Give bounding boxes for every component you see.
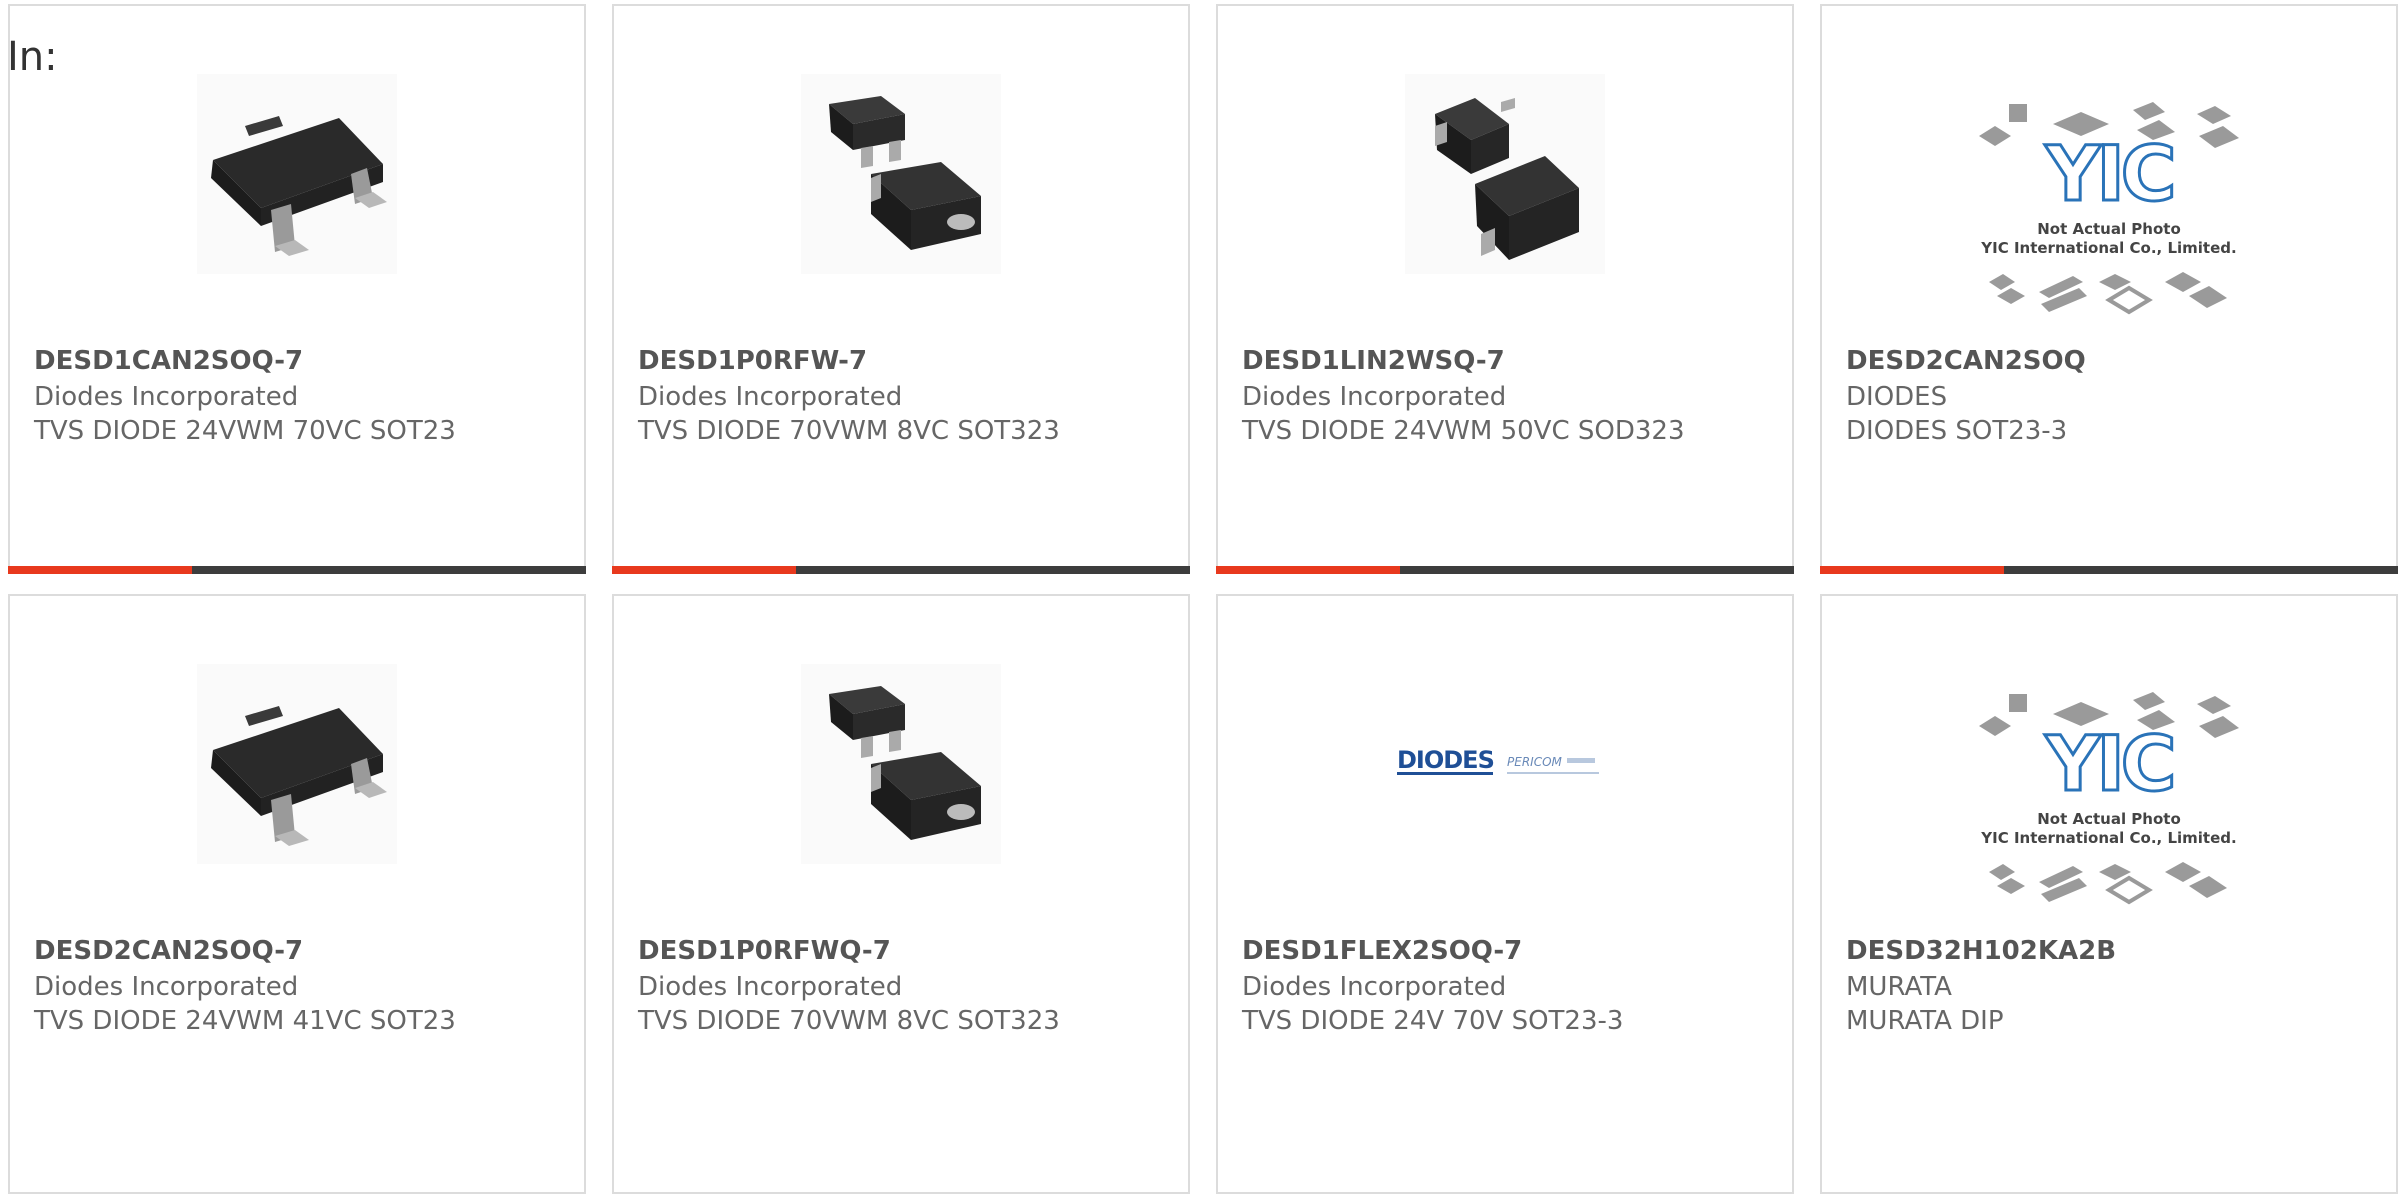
- part-number[interactable]: DESD1P0RFWQ-7: [638, 936, 891, 966]
- part-description: TVS DIODE 24VWM 70VC SOT23: [34, 416, 456, 446]
- part-description: TVS DIODE 70VWM 8VC SOT323: [638, 1006, 1060, 1036]
- card-accent-bar: [1216, 566, 1400, 574]
- part-number[interactable]: DESD1FLEX2SOQ-7: [1242, 936, 1522, 966]
- svg-text:DIODES: DIODES: [1397, 746, 1494, 774]
- part-description: MURATA DIP: [1846, 1006, 2004, 1036]
- manufacturer-name: Diodes Incorporated: [1242, 382, 1507, 412]
- svg-text:YIC International Co., Limited: YIC International Co., Limited.: [1980, 829, 2236, 847]
- card-bottom-bar: [1820, 566, 2398, 574]
- placeholder-photo-icon[interactable]: YIC Not Actual Photo YIC International C…: [1969, 686, 2249, 926]
- svg-text:YIC: YIC: [2044, 719, 2172, 808]
- part-description: TVS DIODE 70VWM 8VC SOT323: [638, 416, 1060, 446]
- manufacturer-name: MURATA: [1846, 972, 1952, 1002]
- part-number[interactable]: DESD2CAN2SOQ-7: [34, 936, 303, 966]
- product-card[interactable]: DESD2CAN2SOQ-7 Diodes Incorporated TVS D…: [8, 594, 586, 1194]
- sot23-package-icon[interactable]: [197, 74, 397, 274]
- product-card[interactable]: DESD1P0RFWQ-7 Diodes Incorporated TVS DI…: [612, 594, 1190, 1194]
- manufacturer-name: Diodes Incorporated: [638, 382, 903, 412]
- part-description: TVS DIODE 24VWM 41VC SOT23: [34, 1006, 456, 1036]
- part-description: TVS DIODE 24VWM 50VC SOD323: [1242, 416, 1685, 446]
- product-card[interactable]: YIC Not Actual Photo YIC International C…: [1820, 4, 2398, 574]
- card-bottom-bar: [1216, 566, 1794, 574]
- manufacturer-name: DIODES: [1846, 382, 1948, 412]
- product-card[interactable]: DESD1LIN2WSQ-7 Diodes Incorporated TVS D…: [1216, 4, 1794, 574]
- part-description: TVS DIODE 24V 70V SOT23-3: [1242, 1006, 1624, 1036]
- sot23-package-icon[interactable]: [197, 664, 397, 864]
- svg-text:YIC: YIC: [2044, 129, 2172, 218]
- card-accent-bar: [8, 566, 192, 574]
- card-accent-bar: [612, 566, 796, 574]
- part-description: DIODES SOT23-3: [1846, 416, 2068, 446]
- product-card[interactable]: DESD1P0RFW-7 Diodes Incorporated TVS DIO…: [612, 4, 1190, 574]
- sot323-package-icon[interactable]: [801, 74, 1001, 274]
- card-bottom-bar: [612, 566, 1190, 574]
- part-number[interactable]: DESD2CAN2SOQ: [1846, 346, 2086, 376]
- svg-text:Not Actual Photo: Not Actual Photo: [2037, 810, 2181, 828]
- part-number[interactable]: DESD1LIN2WSQ-7: [1242, 346, 1505, 376]
- manufacturer-name: Diodes Incorporated: [638, 972, 903, 1002]
- product-card[interactable]: DESD1CAN2SOQ-7 Diodes Incorporated TVS D…: [8, 4, 586, 574]
- part-number[interactable]: DESD1P0RFW-7: [638, 346, 867, 376]
- svg-text:YIC International Co., Limited: YIC International Co., Limited.: [1980, 239, 2236, 257]
- svg-text:Not Actual Photo: Not Actual Photo: [2037, 220, 2181, 238]
- manufacturer-name: Diodes Incorporated: [34, 972, 299, 1002]
- sod323-package-icon[interactable]: [1405, 74, 1605, 274]
- manufacturer-name: Diodes Incorporated: [34, 382, 299, 412]
- manufacturer-name: Diodes Incorporated: [1242, 972, 1507, 1002]
- part-number[interactable]: DESD1CAN2SOQ-7: [34, 346, 303, 376]
- sot323-package-icon[interactable]: [801, 664, 1001, 864]
- product-card[interactable]: DIODES PERICOM DESD1FLEX2SOQ-7 Diodes In…: [1216, 594, 1794, 1194]
- svg-text:PERICOM: PERICOM: [1507, 755, 1563, 769]
- in-label: In:: [7, 34, 58, 80]
- card-accent-bar: [1820, 566, 2004, 574]
- product-card[interactable]: YIC Not Actual Photo YIC International C…: [1820, 594, 2398, 1194]
- placeholder-photo-icon[interactable]: YIC Not Actual Photo YIC International C…: [1969, 96, 2249, 336]
- card-bottom-bar: [8, 566, 586, 574]
- diodes-pericom-logo-icon[interactable]: DIODES PERICOM: [1395, 664, 1615, 864]
- part-number[interactable]: DESD32H102KA2B: [1846, 936, 2116, 966]
